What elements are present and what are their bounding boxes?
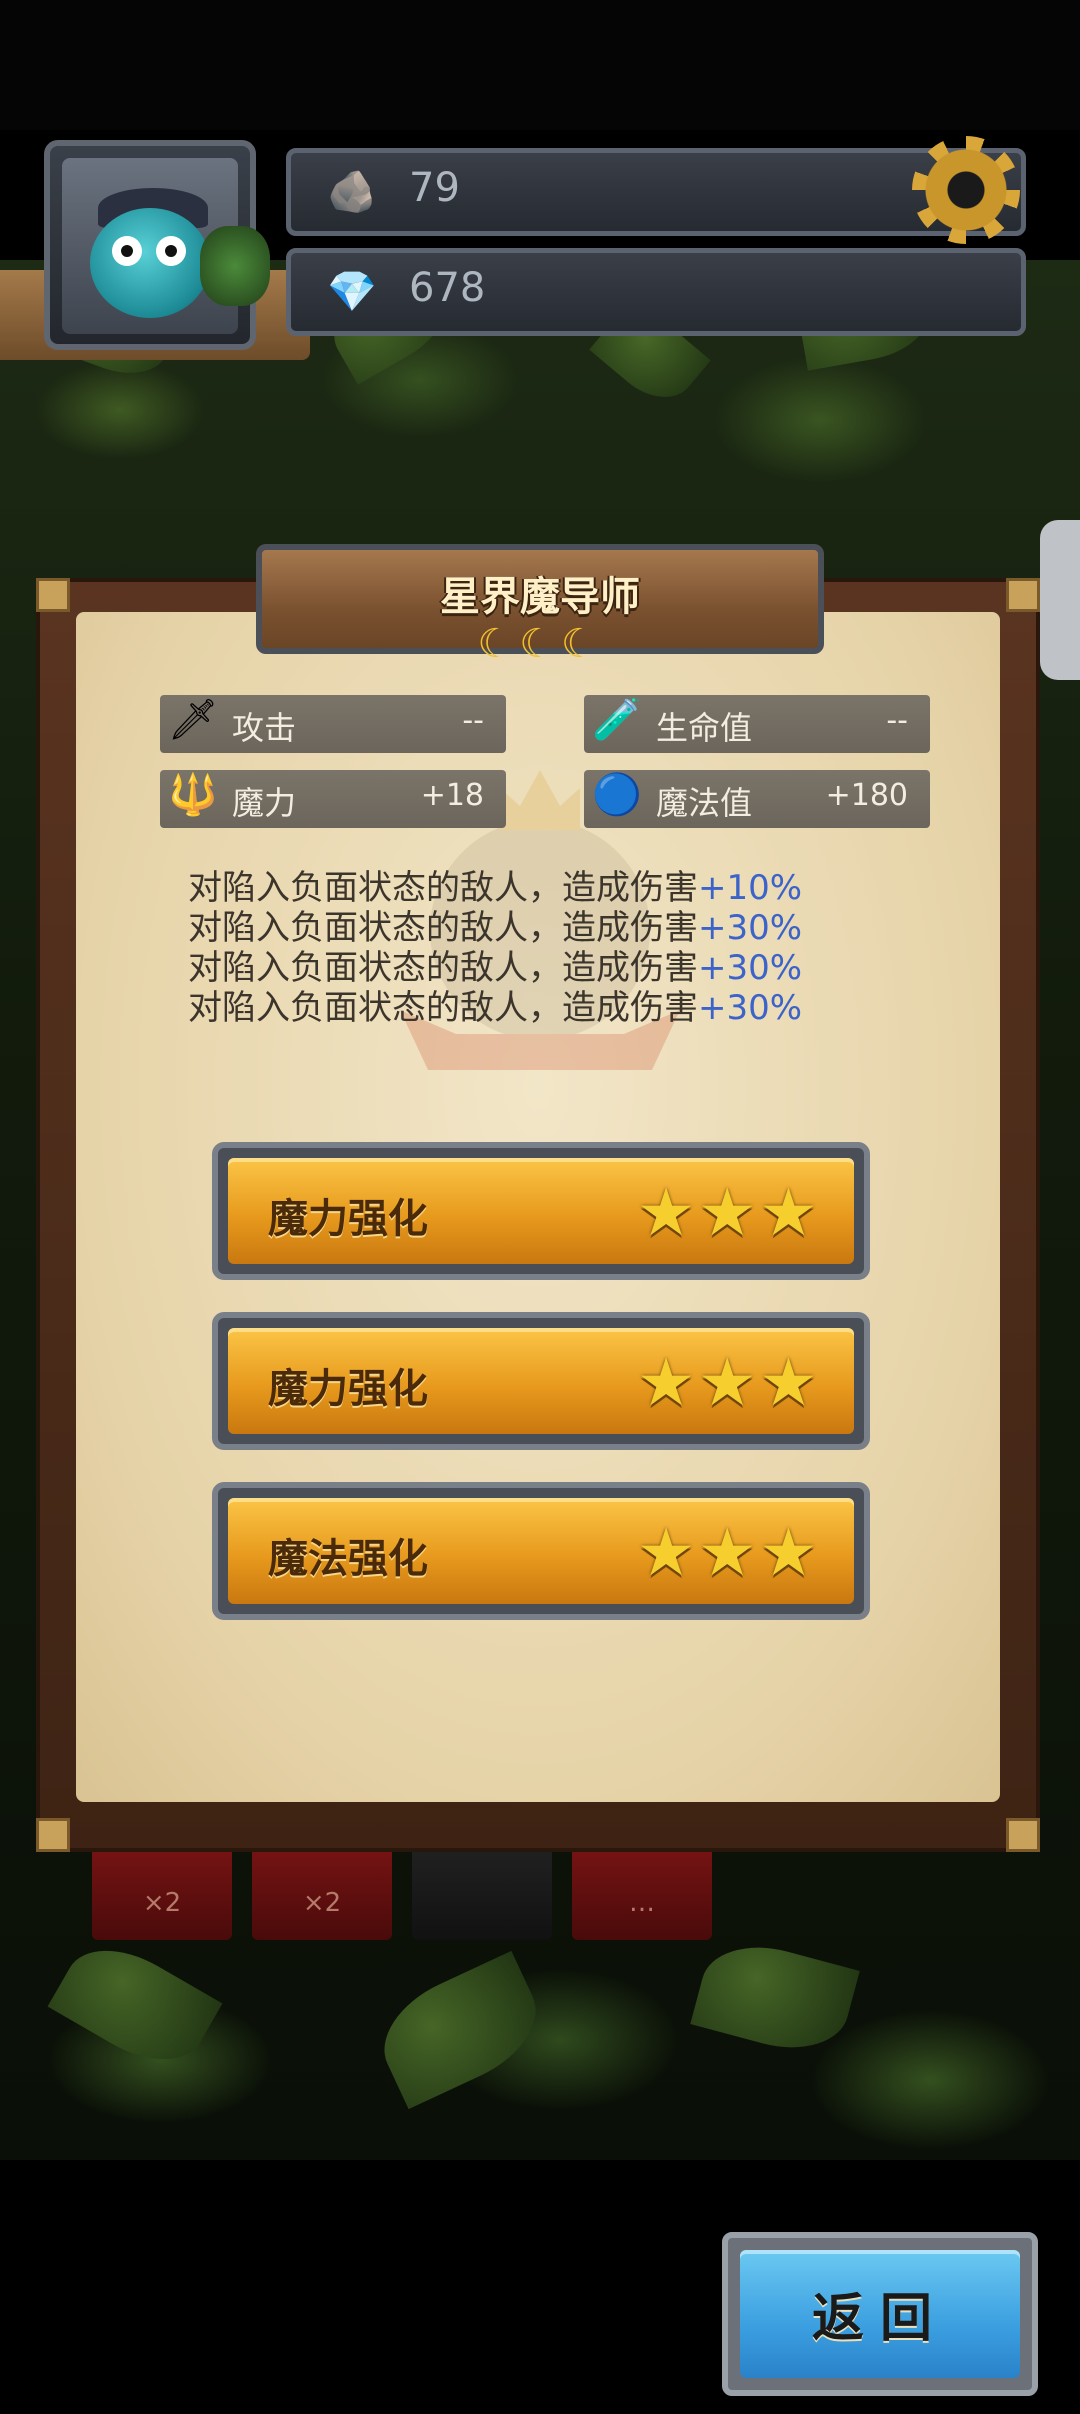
stat-hp: 🧪 生命值 -- xyxy=(584,695,930,753)
sword-icon: 🗡 xyxy=(167,697,219,743)
effect-text: 对陷入负面状态的敌人，造成伤害 xyxy=(188,948,698,988)
eye-icon xyxy=(156,236,186,266)
corner-ornament xyxy=(1006,1818,1040,1852)
effect-text: 对陷入负面状态的敌人，造成伤害 xyxy=(188,868,698,908)
effect-line: 对陷入负面状态的敌人，造成伤害+10% xyxy=(188,868,802,908)
effect-bonus: +10% xyxy=(698,868,803,908)
magic-staff-icon: 🔱 xyxy=(168,772,218,818)
stat-mana: 🔵 魔法值 +180 xyxy=(584,770,930,828)
upgrade-button-magic-power-1[interactable]: 魔力强化 ★★★ xyxy=(212,1142,870,1280)
corner-ornament xyxy=(1006,578,1040,612)
effect-bonus: +30% xyxy=(698,908,803,948)
rune-count: 79 xyxy=(409,165,460,211)
stat-label: 魔力 xyxy=(232,784,297,822)
star-rating-icon: ★★★ xyxy=(636,1514,820,1591)
corner-ornament xyxy=(36,1818,70,1852)
background-card xyxy=(412,1840,552,1940)
corner-ornament xyxy=(36,578,70,612)
panel-title: 星界魔导师 xyxy=(440,574,640,620)
effect-line: 对陷入负面状态的敌人，造成伤害+30% xyxy=(188,988,802,1028)
effect-text: 对陷入负面状态的敌人，造成伤害 xyxy=(188,988,698,1028)
blue-crystal-icon: 💎 xyxy=(327,269,377,315)
blue-monster-icon xyxy=(90,208,210,318)
card-count: ×2 xyxy=(302,1888,342,1918)
rank-moons-icon: ☾☾☾ xyxy=(477,621,603,667)
card-count: ×2 xyxy=(142,1888,182,1918)
effect-bonus: +30% xyxy=(698,988,803,1028)
back-button[interactable]: 返回 xyxy=(722,2232,1038,2396)
rune-stone-icon: 🪨 xyxy=(327,169,377,215)
effect-text: 对陷入负面状态的敌人，造成伤害 xyxy=(188,908,698,948)
effect-line: 对陷入负面状态的敌人，造成伤害+30% xyxy=(188,908,802,948)
card-count: … xyxy=(629,1888,655,1918)
background-card: … xyxy=(572,1840,712,1940)
settings-gear-icon[interactable] xyxy=(912,136,1020,244)
upgrade-button-face: 魔力强化 ★★★ xyxy=(228,1158,854,1264)
upgrade-button-magic[interactable]: 魔法强化 ★★★ xyxy=(212,1482,870,1620)
stat-value: +18 xyxy=(420,778,484,813)
stat-magic-power: 🔱 魔力 +18 xyxy=(160,770,506,828)
leaf-decoration xyxy=(366,1950,554,2110)
crown-icon xyxy=(500,770,580,830)
stat-value: +180 xyxy=(825,778,908,813)
background-card: ×2 xyxy=(252,1840,392,1940)
upgrade-label: 魔力强化 xyxy=(268,1366,428,1412)
background-card: ×2 xyxy=(92,1840,232,1940)
green-lizard-icon xyxy=(200,226,270,306)
upgrade-label: 魔法强化 xyxy=(268,1536,428,1582)
back-button-label: 返回 xyxy=(811,2289,948,2349)
stat-label: 生命值 xyxy=(656,709,753,747)
upgrade-button-magic-power-2[interactable]: 魔力强化 ★★★ xyxy=(212,1312,870,1450)
back-button-face: 返回 xyxy=(740,2250,1020,2378)
stat-label: 攻击 xyxy=(232,709,297,747)
crystal-count: 678 xyxy=(409,265,486,311)
player-avatar[interactable] xyxy=(44,140,270,350)
effect-line: 对陷入负面状态的敌人，造成伤害+30% xyxy=(188,948,802,988)
stat-attack: 🗡 攻击 -- xyxy=(160,695,506,753)
upgrade-label: 魔力强化 xyxy=(268,1196,428,1242)
leaf-decoration xyxy=(690,1932,860,2063)
red-potion-icon: 🧪 xyxy=(592,697,642,743)
resource-bar-crystals: 💎 678 xyxy=(286,248,1026,336)
side-drawer-handle[interactable] xyxy=(1040,520,1080,680)
stat-value: -- xyxy=(462,703,484,738)
upgrade-button-face: 魔法强化 ★★★ xyxy=(228,1498,854,1604)
star-rating-icon: ★★★ xyxy=(636,1174,820,1251)
eye-icon xyxy=(112,236,142,266)
star-rating-icon: ★★★ xyxy=(636,1344,820,1421)
stat-value: -- xyxy=(886,703,908,738)
stat-label: 魔法值 xyxy=(656,784,753,822)
effect-bonus: +30% xyxy=(698,948,803,988)
blue-potion-icon: 🔵 xyxy=(592,772,642,818)
top-backdrop xyxy=(0,0,1080,130)
upgrade-button-face: 魔力强化 ★★★ xyxy=(228,1328,854,1434)
leaf-decoration xyxy=(47,1928,223,2082)
